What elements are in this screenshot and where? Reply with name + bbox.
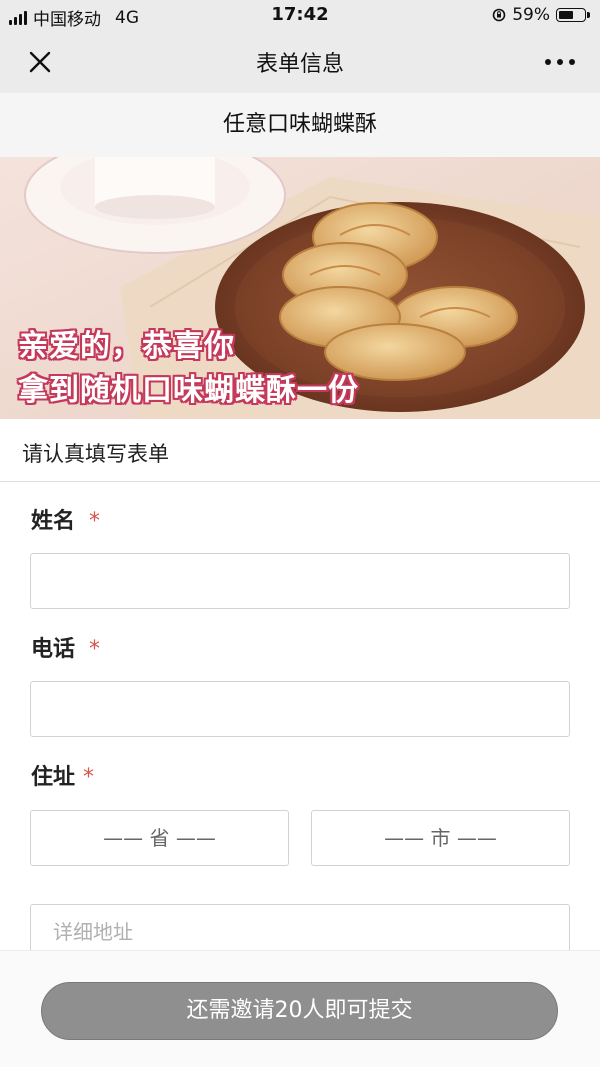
phone-input[interactable] xyxy=(30,681,570,737)
submit-button[interactable]: 还需邀请20人即可提交 xyxy=(41,982,558,1040)
more-dots-icon xyxy=(545,59,575,65)
name-label-text: 姓名 xyxy=(31,509,76,534)
name-input[interactable] xyxy=(30,553,570,609)
form-heading-text: 请认真填写表单 xyxy=(22,442,169,466)
required-mark: * xyxy=(89,637,101,662)
name-label: 姓名 * xyxy=(31,503,100,535)
promo-banner: 亲爱的，恭喜你 拿到随机口味蝴蝶酥一份 xyxy=(0,157,600,419)
bottom-bar: 还需邀请20人即可提交 xyxy=(0,950,600,1067)
required-mark: * xyxy=(83,765,95,790)
nav-bar: 表单信息 xyxy=(0,30,600,93)
banner-subline: 拿到随机口味蝴蝶酥一份 xyxy=(18,373,359,408)
banner-headline: 亲爱的，恭喜你 xyxy=(18,329,235,364)
province-select[interactable]: —— 省 —— xyxy=(30,810,289,866)
status-right: 59% xyxy=(492,5,590,25)
more-button[interactable] xyxy=(540,48,580,76)
phone-label: 电话 * xyxy=(31,631,100,663)
status-bar: 中国移动 4G 17:42 59% xyxy=(0,0,600,30)
battery-percent: 59% xyxy=(512,5,550,25)
battery-icon xyxy=(556,8,590,22)
phone-label-text: 电话 xyxy=(31,637,76,662)
city-select[interactable]: —— 市 —— xyxy=(311,810,570,866)
form-heading: 请认真填写表单 xyxy=(0,420,600,482)
nav-title: 表单信息 xyxy=(255,52,344,77)
address-label-text: 住址 xyxy=(31,765,76,790)
address-label: 住址 * xyxy=(31,759,94,791)
orientation-lock-icon xyxy=(492,8,506,22)
required-mark: * xyxy=(89,509,101,534)
product-title: 任意口味蝴蝶酥 xyxy=(0,93,600,157)
